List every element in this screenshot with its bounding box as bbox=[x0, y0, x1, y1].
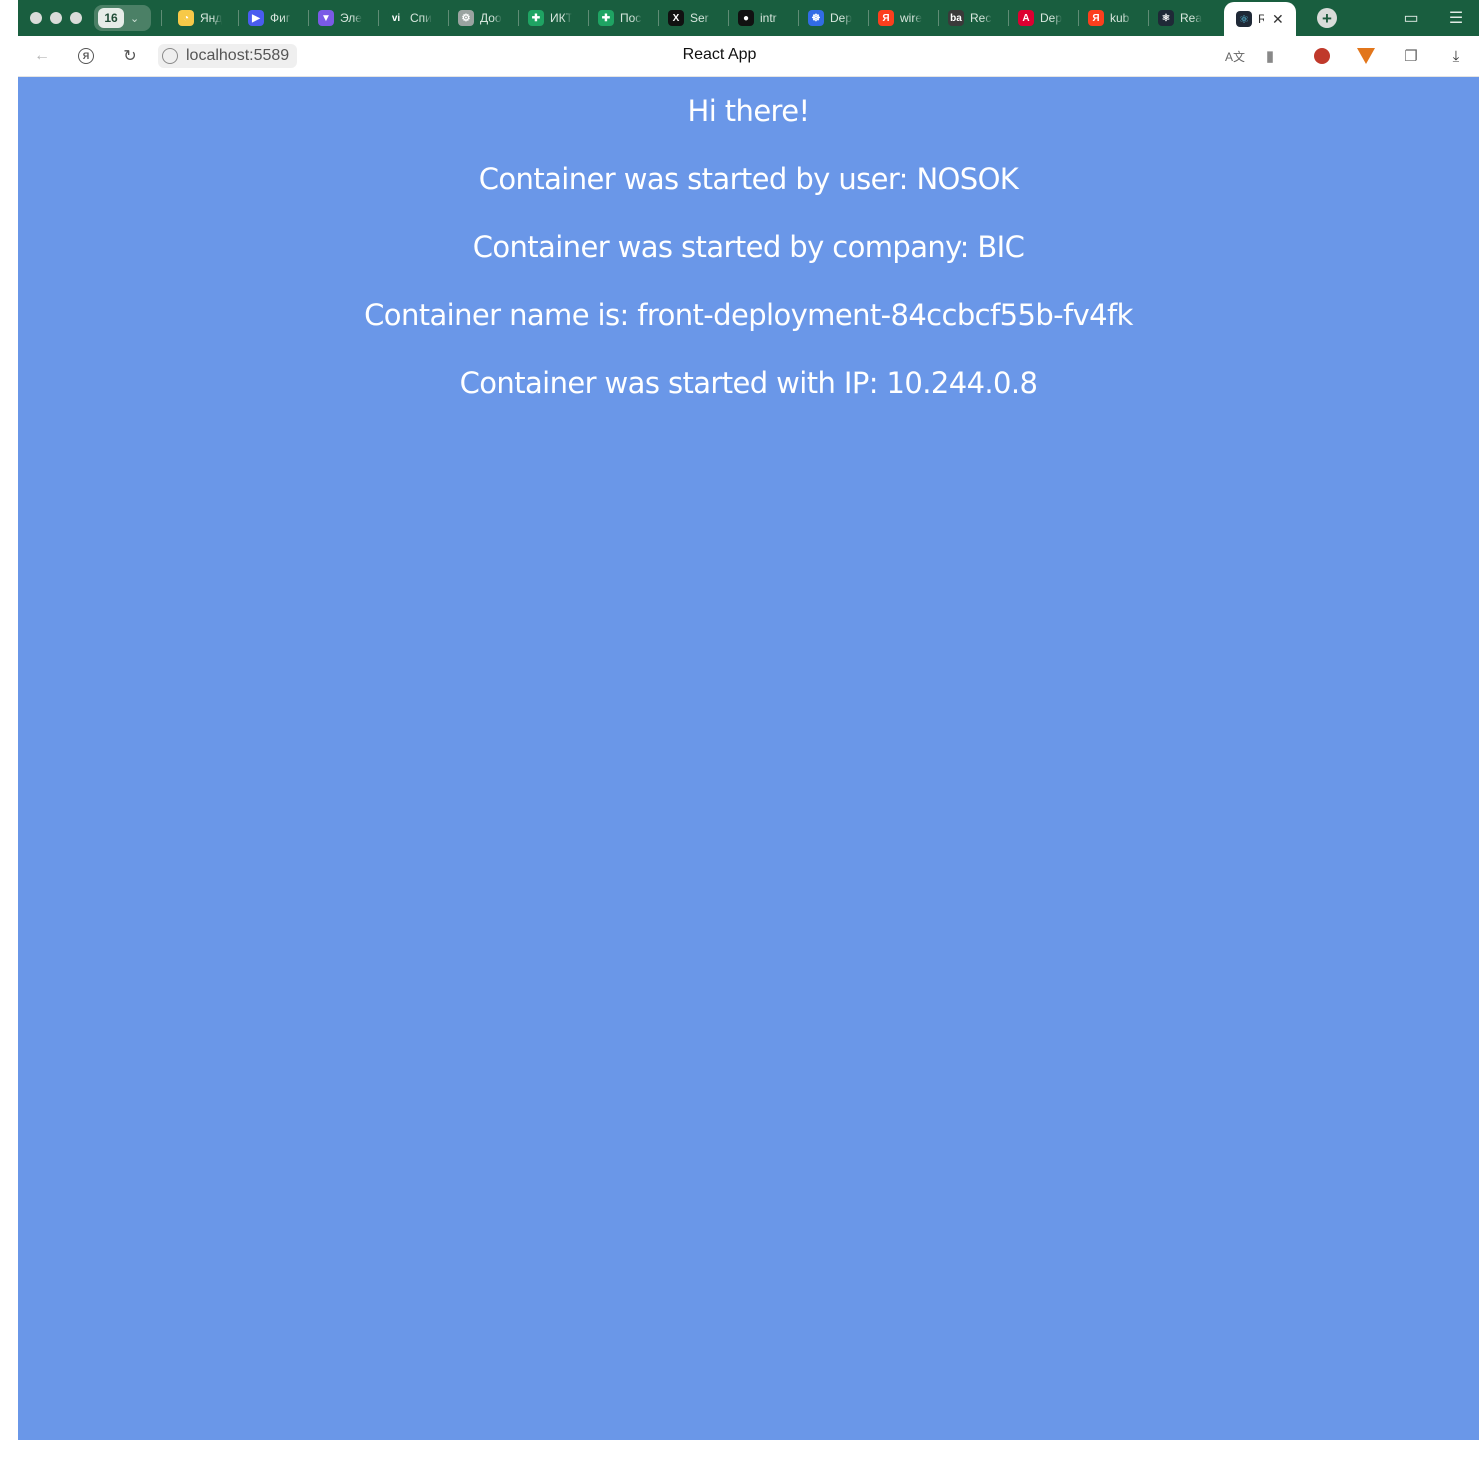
tab-label: Dep bbox=[1040, 11, 1062, 25]
tab-item[interactable]: ◔ Янд bbox=[178, 7, 222, 29]
tab-label: ИКТ bbox=[550, 11, 572, 25]
tab-label: wire bbox=[900, 11, 922, 25]
tab-label: Dep bbox=[830, 11, 852, 25]
tab-label: Спи bbox=[410, 11, 432, 25]
tab-separator bbox=[728, 10, 729, 26]
shield-icon: ▼ bbox=[318, 10, 334, 26]
tab-separator bbox=[518, 10, 519, 26]
minimize-window-button[interactable] bbox=[50, 12, 62, 24]
container-ip-text: Container was started with IP: 10.244.0.… bbox=[459, 366, 1038, 400]
yandex-search-icon: Я bbox=[878, 10, 894, 26]
page-title: React App bbox=[682, 46, 757, 63]
tab-item[interactable]: ⚙ Доо bbox=[458, 7, 502, 29]
active-tab-label: R bbox=[1258, 12, 1264, 26]
user-info-text: Container was started by user: NOSOK bbox=[478, 162, 1019, 196]
tab-count: 16 bbox=[98, 8, 124, 28]
tab-item[interactable]: vi Спи bbox=[388, 7, 432, 29]
tab-react-app-active[interactable]: ⚛ R ✕ bbox=[1224, 2, 1296, 36]
tab-label: intr bbox=[760, 11, 777, 25]
tab-separator bbox=[938, 10, 939, 26]
close-window-button[interactable] bbox=[30, 12, 42, 24]
tab-item[interactable]: ✚ Пос bbox=[598, 7, 642, 29]
github-icon: ● bbox=[738, 10, 754, 26]
tab-label: Эле bbox=[340, 11, 362, 25]
tab-label: Ser bbox=[690, 11, 709, 25]
extension-mushroom-icon[interactable] bbox=[1312, 46, 1332, 66]
tab-item[interactable]: ☸ Dep bbox=[808, 7, 852, 29]
tab-item[interactable]: A Dep bbox=[1018, 7, 1062, 29]
tab-item[interactable]: X Ser bbox=[668, 7, 712, 29]
tab-item[interactable]: ⚛ Rea bbox=[1158, 7, 1202, 29]
x-icon: X bbox=[668, 10, 684, 26]
vi-icon: vi bbox=[388, 10, 404, 26]
tab-separator bbox=[588, 10, 589, 26]
tab-label: Янд bbox=[200, 11, 222, 25]
tab-item[interactable]: ▶ Фиг bbox=[248, 7, 292, 29]
yandex-search-icon: Я bbox=[1088, 10, 1104, 26]
tab-item[interactable]: ▼ Эле bbox=[318, 7, 362, 29]
page-viewport: Hi there! Container was started by user:… bbox=[18, 77, 1479, 1440]
sheets-icon: ✚ bbox=[598, 10, 614, 26]
kubernetes-icon: ☸ bbox=[808, 10, 824, 26]
tab-separator bbox=[308, 10, 309, 26]
tab-item[interactable]: ● intr bbox=[738, 7, 782, 29]
new-tab-button[interactable]: + bbox=[1317, 8, 1337, 28]
maximize-window-button[interactable] bbox=[70, 12, 82, 24]
bookmarks-panel-icon[interactable]: ▭ bbox=[1401, 8, 1421, 28]
tab-separator bbox=[868, 10, 869, 26]
gear-icon: ⚙ bbox=[458, 10, 474, 26]
tab-separator bbox=[1008, 10, 1009, 26]
close-tab-icon[interactable]: ✕ bbox=[1272, 11, 1284, 28]
angular-icon: A bbox=[1018, 10, 1034, 26]
react-icon: ⚛ bbox=[1158, 10, 1174, 26]
tab-label: Rea bbox=[1180, 11, 1202, 25]
company-info-text: Container was started by company: BIC bbox=[472, 230, 1025, 264]
tab-item[interactable]: ba Rec bbox=[948, 7, 992, 29]
tab-separator bbox=[161, 10, 162, 26]
tab-separator bbox=[798, 10, 799, 26]
tab-separator bbox=[658, 10, 659, 26]
translate-icon[interactable]: A文 bbox=[1225, 46, 1245, 66]
metamask-fox-icon[interactable] bbox=[1356, 46, 1376, 66]
tab-item[interactable]: ✚ ИКТ bbox=[528, 7, 572, 29]
extensions-icon[interactable]: ❐ bbox=[1401, 46, 1421, 66]
tab-item[interactable]: Яwire bbox=[878, 7, 922, 29]
tab-separator bbox=[448, 10, 449, 26]
address-bar: ← Я ↻ localhost:5589 React App A文 ▮ ❐ ⤓ bbox=[18, 36, 1479, 77]
tab-label: Пос bbox=[620, 11, 642, 25]
menu-icon[interactable]: ☰ bbox=[1446, 8, 1466, 28]
tab-label: Доо bbox=[480, 11, 502, 25]
figma-icon: ▶ bbox=[248, 10, 264, 26]
container-name-text: Container name is: front-deployment-84cc… bbox=[364, 298, 1133, 332]
bookmark-icon[interactable]: ▮ bbox=[1260, 46, 1280, 66]
sheets-icon: ✚ bbox=[528, 10, 544, 26]
tab-label: kub bbox=[1110, 11, 1130, 25]
tab-bar: 16 ⌄ ◔ Янд ▶ Фиг ▼ Эле vi Спи ⚙ Доо ✚ ИКТ ✚ Пос X Ser ● i… bbox=[18, 0, 1479, 36]
tab-separator bbox=[238, 10, 239, 26]
tab-separator bbox=[1078, 10, 1079, 26]
tab-label: Фиг bbox=[270, 11, 291, 25]
react-icon: ⚛ bbox=[1236, 11, 1252, 27]
greeting-text: Hi there! bbox=[687, 94, 810, 128]
download-icon[interactable]: ⤓ bbox=[1446, 46, 1466, 66]
app-container: Hi there! Container was started by user:… bbox=[18, 77, 1479, 417]
chevron-down-icon: ⌄ bbox=[130, 12, 140, 25]
bd-icon: ba bbox=[948, 10, 964, 26]
yandex-icon: ◔ bbox=[178, 10, 194, 26]
browser-window: 16 ⌄ ◔ Янд ▶ Фиг ▼ Эле vi Спи ⚙ Доо ✚ ИКТ ✚ Пос X Ser ● i… bbox=[18, 0, 1479, 1440]
tab-separator bbox=[378, 10, 379, 26]
tab-item[interactable]: Яkub bbox=[1088, 7, 1132, 29]
tab-separator bbox=[1148, 10, 1149, 26]
tab-label: Rec bbox=[970, 11, 992, 25]
tab-counter-button[interactable]: 16 ⌄ bbox=[94, 5, 151, 31]
